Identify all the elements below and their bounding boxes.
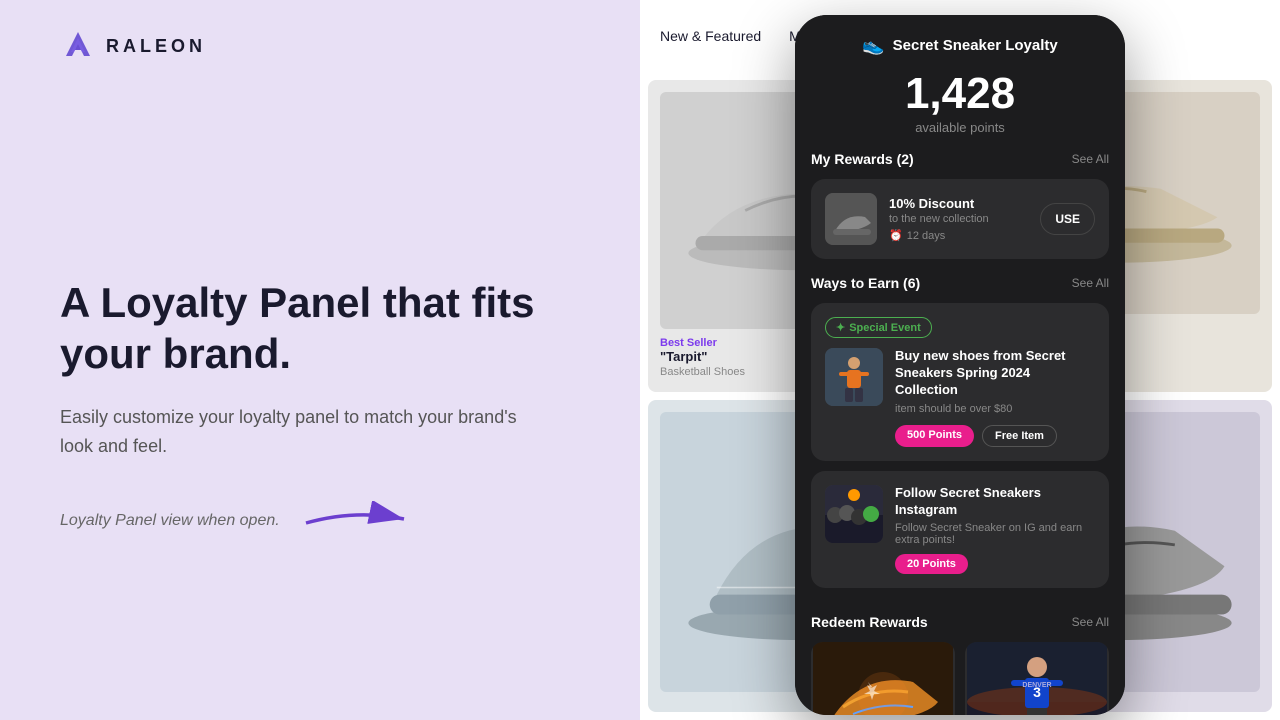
expiry-text: 12 days — [907, 230, 946, 242]
earn-thumb-1 — [825, 348, 883, 406]
redeem-section-header: Redeem Rewards See All — [811, 614, 1109, 630]
panel-label-text: Loyalty Panel view when open. — [60, 512, 280, 530]
logo-icon — [60, 28, 96, 64]
special-event-badge: ✦ Special Event — [825, 317, 932, 338]
earn-card-2[interactable]: Follow Secret Sneakers Instagram Follow … — [811, 471, 1109, 589]
panel-brand: 👟 Secret Sneaker Loyalty — [815, 35, 1105, 56]
earn-card-2-body: Follow Secret Sneakers Instagram Follow … — [825, 485, 1095, 575]
reward-card: 10% Discount to the new collection ⏰ 12 … — [811, 179, 1109, 259]
points-number: 1,428 — [815, 72, 1105, 116]
earn-card-1-body: Buy new shoes from Secret Sneakers Sprin… — [825, 348, 1095, 447]
my-rewards-section: My Rewards (2) See All 10% Discount to t… — [795, 151, 1125, 275]
reward-expiry: ⏰ 12 days — [889, 229, 1028, 242]
svg-text:DENVER: DENVER — [1022, 682, 1051, 689]
use-reward-button[interactable]: USE — [1040, 203, 1095, 235]
loyalty-panel-phone: 👟 Secret Sneaker Loyalty 1,428 available… — [795, 15, 1125, 715]
special-event-label: Special Event — [849, 322, 921, 334]
rewards-section-header: My Rewards (2) See All — [811, 151, 1109, 167]
panel-header: 👟 Secret Sneaker Loyalty 1,428 available… — [795, 15, 1125, 151]
star-icon: ✦ — [836, 321, 845, 334]
ways-to-earn-section: Ways to Earn (6) See All ✦ Special Event — [795, 275, 1125, 614]
reward-info: 10% Discount to the new collection ⏰ 12 … — [889, 196, 1028, 242]
nav-new-featured[interactable]: New & Featured — [660, 28, 761, 44]
earn-card-1[interactable]: ✦ Special Event — [811, 303, 1109, 461]
earn-free-badge-1: Free Item — [982, 425, 1057, 447]
earn-points-badge-2: 20 Points — [895, 554, 968, 574]
panel-brand-icon: 👟 — [862, 35, 884, 56]
redeem-grid: 3 DENVER 👟 — [811, 642, 1109, 715]
reward-subtitle: to the new collection — [889, 213, 1028, 225]
earn-info-2: Follow Secret Sneakers Instagram Follow … — [895, 485, 1095, 575]
logo-text: RALEON — [106, 36, 206, 57]
earn-sub-1: item should be over $80 — [895, 403, 1095, 415]
redeem-card-2[interactable]: 3 DENVER 👟 — [965, 642, 1109, 715]
earn-points-badge-1: 500 Points — [895, 425, 974, 447]
redeem-see-all[interactable]: See All — [1072, 615, 1109, 629]
earn-sub-2: Follow Secret Sneaker on IG and earn ext… — [895, 522, 1095, 546]
earn-info-1: Buy new shoes from Secret Sneakers Sprin… — [895, 348, 1095, 447]
hero-subtitle: Easily customize your loyalty panel to m… — [60, 403, 520, 461]
arrow-right-icon — [296, 501, 416, 542]
left-section: RALEON A Loyalty Panel that fits your br… — [0, 0, 640, 720]
panel-brand-name: Secret Sneaker Loyalty — [893, 37, 1058, 54]
earn-badges-1: 500 Points Free Item — [895, 425, 1095, 447]
points-label: available points — [815, 120, 1105, 135]
panel-label-container: Loyalty Panel view when open. — [60, 501, 580, 542]
earn-title: Ways to Earn (6) — [811, 275, 920, 291]
panel-scroll-area[interactable]: 👟 Secret Sneaker Loyalty 1,428 available… — [795, 15, 1125, 715]
redeem-title: Redeem Rewards — [811, 614, 928, 630]
earn-see-all[interactable]: See All — [1072, 276, 1109, 290]
logo[interactable]: RALEON — [60, 28, 206, 64]
hero-title: A Loyalty Panel that fits your brand. — [60, 278, 580, 379]
earn-section-header: Ways to Earn (6) See All — [811, 275, 1109, 291]
reward-thumb — [825, 193, 877, 245]
redeem-section: Redeem Rewards See All — [795, 614, 1125, 715]
reward-title: 10% Discount — [889, 196, 1028, 211]
earn-title-2: Follow Secret Sneakers Instagram — [895, 485, 1095, 519]
clock-icon: ⏰ — [889, 229, 903, 242]
earn-thumb-2 — [825, 485, 883, 543]
earn-title-1: Buy new shoes from Secret Sneakers Sprin… — [895, 348, 1095, 399]
rewards-title: My Rewards (2) — [811, 151, 914, 167]
right-section: New & Featured Men Women Kids Acco... Be… — [640, 0, 1280, 720]
redeem-card-1[interactable] — [811, 642, 955, 715]
hero-content: A Loyalty Panel that fits your brand. Ea… — [60, 218, 580, 541]
rewards-see-all[interactable]: See All — [1072, 152, 1109, 166]
